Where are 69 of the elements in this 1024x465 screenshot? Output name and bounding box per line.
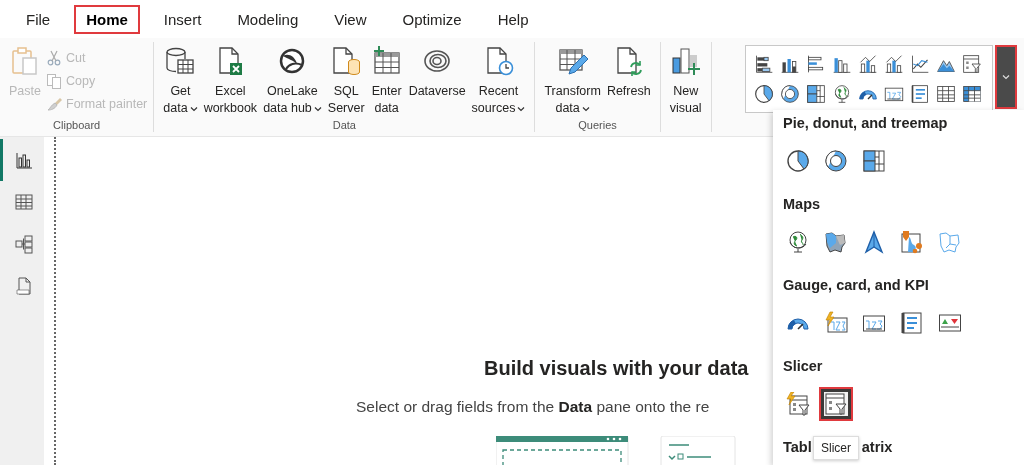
- group-label: Queries: [577, 119, 618, 132]
- canvas-hint: Select or drag fields from the Data pane onto the re: [356, 398, 710, 416]
- map-pin-icon: [900, 230, 924, 254]
- lightning-slicer-icon: [786, 392, 810, 416]
- menu-tab[interactable]: Help: [485, 4, 541, 34]
- group-label: Data: [331, 119, 357, 132]
- menu-tab[interactable]: Modeling: [225, 4, 311, 34]
- list-card-icon[interactable]: [910, 84, 930, 104]
- globe-icon[interactable]: [832, 84, 852, 104]
- ribbon-button[interactable]: Excel workbook: [200, 44, 261, 117]
- treemap-icon: [862, 149, 886, 173]
- slicer-icon[interactable]: [962, 54, 982, 74]
- tooltip: Slicer: [813, 436, 859, 460]
- stacked-bar-chart-icon[interactable]: [754, 54, 774, 74]
- section-heading: Gauge, card, and KPI: [783, 276, 930, 295]
- pie-chart-icon[interactable]: [754, 84, 774, 104]
- report-view-icon: [13, 150, 34, 170]
- ribbon-button[interactable]: Transform data: [541, 44, 604, 117]
- section-heading: Pie, donut, and treemap: [783, 114, 949, 133]
- menu-tab[interactable]: File: [14, 4, 63, 34]
- ribbon-button[interactable]: SQL Server: [324, 44, 368, 117]
- combo-chart-icon[interactable]: [884, 54, 904, 74]
- section-heading: atrix: [861, 438, 893, 457]
- matrix-icon[interactable]: [962, 84, 982, 104]
- donut-chart-icon: [824, 149, 848, 173]
- caret-icon: [581, 105, 590, 112]
- file-icon: [13, 276, 34, 296]
- ribbon-button[interactable]: Refresh: [603, 44, 654, 100]
- caret-icon: [313, 105, 322, 112]
- ribbon-button[interactable]: Dataverse: [405, 44, 469, 100]
- treemap-icon[interactable]: [806, 84, 826, 104]
- section-heading: Maps: [783, 195, 822, 214]
- caret-icon: [1002, 74, 1010, 80]
- navigation-arrow-icon: [862, 230, 886, 254]
- caret-icon: [189, 105, 198, 112]
- pie-chart-icon: [786, 149, 810, 173]
- ribbon-button[interactable]: OneLake data hub: [260, 44, 325, 117]
- section-heading: Tabl: [783, 438, 812, 457]
- kpi-icon: [938, 311, 962, 335]
- menu-tab[interactable]: Insert: [151, 4, 214, 34]
- visual-button[interactable]: [821, 389, 851, 419]
- canvas-title: Build visuals with your data: [484, 357, 749, 380]
- menu-tab[interactable]: View: [322, 4, 379, 34]
- list-card-icon: [900, 311, 924, 335]
- group-label: Clipboard: [52, 119, 102, 132]
- copy-icon: [46, 73, 62, 89]
- donut-chart-icon[interactable]: [780, 84, 800, 104]
- globe-icon: [786, 230, 810, 254]
- table-view-icon: [13, 192, 34, 212]
- ribbon-button[interactable]: New visual: [666, 44, 705, 117]
- ribbon-button[interactable]: Recent sources: [468, 44, 529, 117]
- menu-tab[interactable]: Home: [74, 4, 140, 34]
- caret-icon: [517, 105, 526, 112]
- line-chart-icon[interactable]: [910, 54, 930, 74]
- filled-map-icon: [824, 230, 848, 254]
- combo-chart-icon[interactable]: [858, 54, 878, 74]
- ribbon-button[interactable]: Get data: [160, 44, 201, 117]
- ribbon-button[interactable]: Enter data: [367, 44, 406, 117]
- file-database-icon: [330, 44, 363, 78]
- model-view-icon: [13, 234, 34, 254]
- lightning-card-icon: [824, 311, 848, 335]
- scissors-icon: [46, 50, 62, 66]
- paintbrush-icon: [46, 96, 62, 112]
- slicer-icon: [824, 392, 848, 416]
- section-heading: Slicer: [783, 357, 824, 376]
- shape-map-icon: [938, 230, 962, 254]
- bar-chart-icon[interactable]: [806, 54, 826, 74]
- table-icon[interactable]: [936, 84, 956, 104]
- menu-tab[interactable]: Optimize: [390, 4, 474, 34]
